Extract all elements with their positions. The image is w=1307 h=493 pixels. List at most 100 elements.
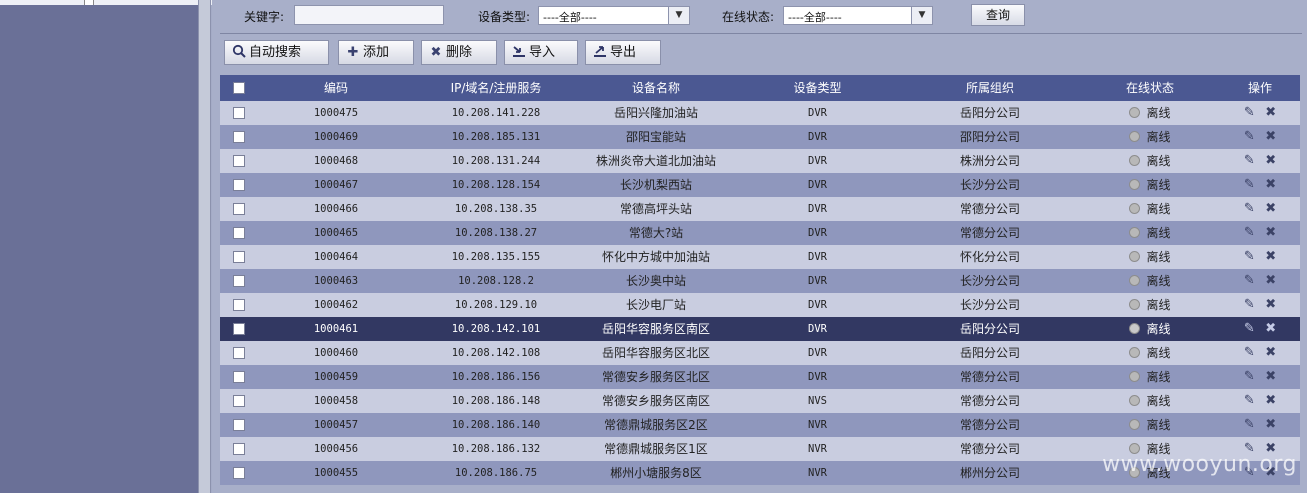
x-icon[interactable]: ✖ [1265,129,1276,144]
pencil-icon[interactable]: ✎ [1244,153,1255,168]
col-header-ip[interactable]: IP/域名/注册服务 [416,75,576,101]
col-header-status[interactable]: 在线状态 [1090,75,1210,101]
status-text: 离线 [1146,370,1171,384]
table-row[interactable]: 1000465 10.208.138.27 常德大?站 DVR 常德分公司 离线 ✎ ✖ [220,221,1300,245]
x-icon[interactable]: ✖ [1265,201,1276,216]
cell-device-name: 长沙机梨西站 [619,178,692,192]
pencil-icon[interactable]: ✎ [1244,297,1255,312]
x-icon[interactable]: ✖ [1265,249,1276,264]
row-checkbox[interactable] [233,179,245,191]
table-row[interactable]: 1000457 10.208.186.140 常德鼎城服务区2区 NVR 常德分公司 离线… [220,413,1300,437]
cell-actions: ✎ ✖ [1220,245,1300,269]
x-icon[interactable]: ✖ [1265,417,1276,432]
row-checkbox[interactable] [233,299,245,311]
device-type-select[interactable]: ----全部---- ▼ [538,6,690,25]
x-icon[interactable]: ✖ [1265,369,1276,384]
col-header-type[interactable]: 设备类型 [765,75,870,101]
pencil-icon[interactable]: ✎ [1244,273,1255,288]
pencil-icon[interactable]: ✎ [1244,249,1255,264]
row-checkbox[interactable] [233,251,245,263]
cell-org: 岳阳分公司 [959,322,1020,336]
row-checkbox[interactable] [233,107,245,119]
row-checkbox[interactable] [233,227,245,239]
table-row[interactable]: 1000458 10.208.186.148 常德安乡服务区南区 NVS 常德分公司 离线… [220,389,1300,413]
x-icon[interactable]: ✖ [1265,153,1276,168]
auto-search-label: 自动搜索 [249,45,302,60]
x-icon[interactable]: ✖ [1265,393,1276,408]
table-row[interactable]: 1000464 10.208.135.155 怀化中方城中加油站 DVR 怀化分公司 离线… [220,245,1300,269]
chevron-down-icon[interactable]: ▼ [668,7,689,24]
pencil-icon[interactable]: ✎ [1244,393,1255,408]
keyword-input[interactable] [294,5,444,25]
status-text: 离线 [1146,250,1171,264]
row-checkbox[interactable] [233,395,245,407]
export-button[interactable]: 导出 [585,40,661,65]
status-dot-icon [1129,395,1141,406]
row-checkbox[interactable] [233,371,245,383]
pencil-icon[interactable]: ✎ [1244,417,1255,432]
x-icon[interactable]: ✖ [1265,225,1276,240]
col-header-code[interactable]: 编码 [276,75,396,101]
cell-device-name: 株洲炎帝大道北加油站 [595,154,716,168]
cell-device-name: 怀化中方城中加油站 [601,250,710,264]
delete-button[interactable]: ✖ 删除 [421,40,497,65]
import-button[interactable]: 导入 [504,40,578,65]
pencil-icon[interactable]: ✎ [1244,177,1255,192]
table-row[interactable]: 1000468 10.208.131.244 株洲炎帝大道北加油站 DVR 株洲分公司 离… [220,149,1300,173]
pencil-icon[interactable]: ✎ [1244,225,1255,240]
online-status-select[interactable]: ----全部---- ▼ [783,6,933,25]
filter-bar: 关键字: 设备类型: ----全部---- ▼ 在线状态: ----全部----… [212,3,1302,27]
cell-ip: 10.208.142.108 [451,347,541,359]
row-checkbox[interactable] [233,419,245,431]
table-row[interactable]: 1000460 10.208.142.108 岳阳华容服务区北区 DVR 岳阳分公司 离线… [220,341,1300,365]
cell-device-name: 岳阳兴隆加油站 [613,106,698,120]
cell-device-type: NVR [808,419,827,431]
x-icon[interactable]: ✖ [1265,105,1276,120]
splitter[interactable] [198,0,211,493]
status-text: 离线 [1146,226,1171,240]
row-checkbox[interactable] [233,131,245,143]
table-row[interactable]: 1000459 10.208.186.156 常德安乡服务区北区 DVR 常德分公司 离线… [220,365,1300,389]
x-icon[interactable]: ✖ [1265,177,1276,192]
select-all-checkbox[interactable] [233,82,245,94]
row-checkbox[interactable] [233,155,245,167]
cell-device-type: NVR [808,443,827,455]
pencil-icon[interactable]: ✎ [1244,129,1255,144]
table-row[interactable]: 1000469 10.208.185.131 邵阳宝能站 DVR 邵阳分公司 离线 ✎ ✖ [220,125,1300,149]
x-icon[interactable]: ✖ [1265,321,1276,336]
status-dot-icon [1129,275,1141,286]
device-type-value: ----全部---- [543,11,597,24]
pencil-icon[interactable]: ✎ [1244,321,1255,336]
table-row[interactable]: 1000461 10.208.142.101 岳阳华容服务区南区 DVR 岳阳分公司 离线… [220,317,1300,341]
row-checkbox[interactable] [233,275,245,287]
col-header-name[interactable]: 设备名称 [566,75,746,101]
row-checkbox[interactable] [233,203,245,215]
table-row[interactable]: 1000462 10.208.129.10 长沙电厂站 DVR 长沙分公司 离线 ✎ ✖ [220,293,1300,317]
table-row[interactable]: 1000463 10.208.128.2 长沙奥中站 DVR 长沙分公司 离线 ✎ ✖ [220,269,1300,293]
row-checkbox[interactable] [233,443,245,455]
cell-code: 1000467 [313,179,359,191]
cell-actions: ✎ ✖ [1220,365,1300,389]
pencil-icon[interactable]: ✎ [1244,369,1255,384]
pencil-icon[interactable]: ✎ [1244,201,1255,216]
query-button[interactable]: 查询 [971,4,1025,26]
add-button[interactable]: ✚ 添加 [338,40,414,65]
row-checkbox[interactable] [233,347,245,359]
table-row[interactable]: 1000475 10.208.141.228 岳阳兴隆加油站 DVR 岳阳分公司 离线 ✎ … [220,101,1300,125]
row-checkbox[interactable] [233,323,245,335]
status-dot-icon [1129,155,1141,166]
cell-ip: 10.208.138.35 [454,203,538,215]
table-row[interactable]: 1000467 10.208.128.154 长沙机梨西站 DVR 长沙分公司 离线 ✎ ✖ [220,173,1300,197]
chevron-down-icon[interactable]: ▼ [911,7,932,24]
x-icon[interactable]: ✖ [1265,273,1276,288]
row-checkbox[interactable] [233,467,245,479]
cell-device-name: 郴州小塘服务8区 [610,466,702,480]
pencil-icon[interactable]: ✎ [1244,105,1255,120]
cell-actions: ✎ ✖ [1220,197,1300,221]
auto-search-button[interactable]: 自动搜索 [224,40,329,65]
x-icon[interactable]: ✖ [1265,297,1276,312]
pencil-icon[interactable]: ✎ [1244,345,1255,360]
table-row[interactable]: 1000466 10.208.138.35 常德高坪头站 DVR 常德分公司 离线 ✎ ✖ [220,197,1300,221]
col-header-org[interactable]: 所属组织 [900,75,1080,101]
x-icon[interactable]: ✖ [1265,345,1276,360]
